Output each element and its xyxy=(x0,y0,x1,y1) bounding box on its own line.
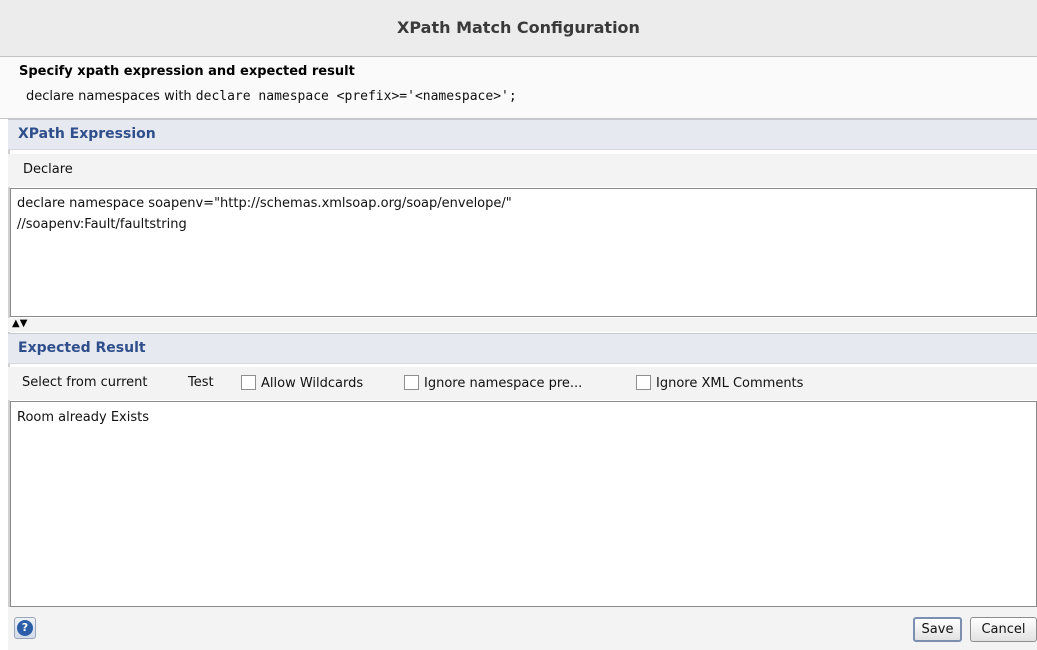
xpath-toolbar: Declare xyxy=(8,154,1037,187)
xpath-line-1: declare namespace soapenv="http://schema… xyxy=(17,196,512,211)
xpath-section-header: XPath Expression xyxy=(8,119,1037,150)
cancel-button[interactable]: Cancel xyxy=(970,617,1037,642)
expected-result-text: Room already Exists xyxy=(17,410,149,425)
description-prefix: declare namespaces with xyxy=(26,89,196,104)
expected-toolbar: Select from current Test Allow Wildcards… xyxy=(8,367,1037,400)
description-panel: Specify xpath expression and expected re… xyxy=(0,57,1037,119)
xpath-editor[interactable]: declare namespace soapenv="http://schema… xyxy=(10,188,1037,317)
allow-wildcards-box[interactable] xyxy=(241,375,256,390)
expected-result-editor[interactable]: Room already Exists xyxy=(10,401,1037,607)
select-from-current-button[interactable]: Select from current xyxy=(22,375,148,390)
dialog-titlebar: XPath Match Configuration xyxy=(0,0,1037,57)
dialog-title: XPath Match Configuration xyxy=(397,18,640,37)
xpath-section-title: XPath Expression xyxy=(18,126,156,142)
help-icon: ? xyxy=(17,620,33,636)
allow-wildcards-label: Allow Wildcards xyxy=(261,376,364,391)
xpath-line-2: //soapenv:Fault/faultstring xyxy=(17,217,187,232)
description-text: declare namespaces with declare namespac… xyxy=(26,89,517,104)
splitter-arrows-icon[interactable]: ▲▼ xyxy=(12,318,27,330)
expected-section-header: Expected Result xyxy=(8,333,1037,364)
dialog-footer: ? Save Cancel xyxy=(8,607,1037,650)
splitter[interactable]: ▲▼ xyxy=(8,318,1037,332)
ignore-namespace-box[interactable] xyxy=(404,375,419,390)
expected-section-title: Expected Result xyxy=(18,340,146,356)
ignore-namespace-label: Ignore namespace pre... xyxy=(424,376,583,391)
ignore-comments-checkbox[interactable]: Ignore XML Comments xyxy=(636,375,803,391)
test-button[interactable]: Test xyxy=(188,375,214,390)
description-code: declare namespace <prefix>='<namespace>'… xyxy=(195,89,517,104)
allow-wildcards-checkbox[interactable]: Allow Wildcards xyxy=(241,375,363,391)
save-button[interactable]: Save xyxy=(913,617,962,642)
ignore-comments-label: Ignore XML Comments xyxy=(656,376,804,391)
declare-button[interactable]: Declare xyxy=(23,162,73,177)
help-button[interactable]: ? xyxy=(14,617,36,639)
description-heading: Specify xpath expression and expected re… xyxy=(19,64,355,79)
ignore-comments-box[interactable] xyxy=(636,375,651,390)
ignore-namespace-checkbox[interactable]: Ignore namespace pre... xyxy=(404,375,582,391)
